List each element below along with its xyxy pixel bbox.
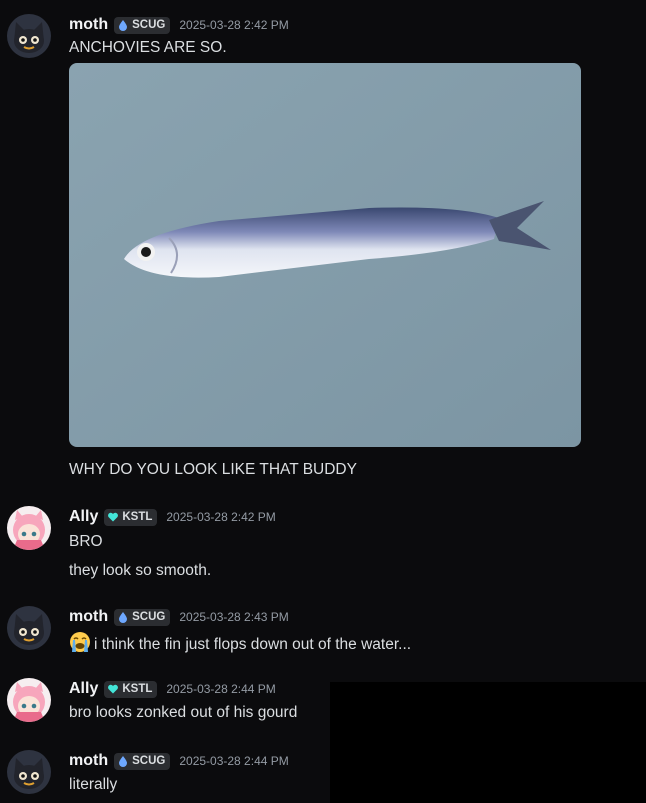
heart-icon [108, 512, 119, 522]
droplet-icon [119, 756, 128, 767]
avatar-moth[interactable] [7, 750, 51, 794]
server-tag[interactable]: SCUG [114, 608, 171, 626]
server-tag[interactable]: KSTL [104, 508, 158, 526]
timestamp: 2025-03-28 2:44 PM [179, 754, 289, 768]
message-text: they look so smooth. [69, 562, 212, 579]
username[interactable]: Ally [69, 680, 98, 698]
username[interactable]: Ally [69, 508, 98, 526]
server-tag[interactable]: SCUG [114, 752, 171, 770]
message-text: i think the fin just flops down out of t… [69, 631, 411, 659]
server-tag-label: SCUG [132, 19, 166, 31]
server-tag-label: KSTL [122, 511, 153, 523]
username[interactable]: moth [69, 16, 108, 34]
message-text: WHY DO YOU LOOK LIKE THAT BUDDY [69, 461, 357, 478]
loudly-crying-face-icon [69, 631, 91, 659]
server-tag[interactable]: KSTL [104, 680, 158, 698]
message-text: ANCHOVIES ARE SO. [69, 39, 227, 56]
username[interactable]: moth [69, 608, 108, 626]
droplet-icon [119, 612, 128, 623]
message-text: literally [69, 776, 118, 793]
timestamp: 2025-03-28 2:43 PM [179, 610, 289, 624]
droplet-icon [119, 20, 128, 31]
anchovy-photo[interactable] [69, 63, 581, 447]
server-tag-label: KSTL [122, 683, 153, 695]
heart-icon [108, 684, 119, 694]
message-text-content: i think the fin just flops down out of t… [94, 636, 412, 653]
avatar-moth[interactable] [7, 14, 51, 58]
username[interactable]: moth [69, 752, 108, 770]
timestamp: 2025-03-28 2:42 PM [166, 510, 276, 524]
server-tag-label: SCUG [132, 755, 166, 767]
server-tag[interactable]: SCUG [114, 16, 171, 34]
server-tag-label: SCUG [132, 611, 166, 623]
message-text: BRO [69, 533, 103, 550]
timestamp: 2025-03-28 2:44 PM [166, 682, 276, 696]
timestamp: 2025-03-28 2:42 PM [179, 18, 289, 32]
background-panel [330, 682, 646, 803]
message-text: bro looks zonked out of his gourd [69, 704, 298, 721]
avatar-moth[interactable] [7, 606, 51, 650]
avatar-ally[interactable] [7, 678, 51, 722]
avatar-ally[interactable] [7, 506, 51, 550]
